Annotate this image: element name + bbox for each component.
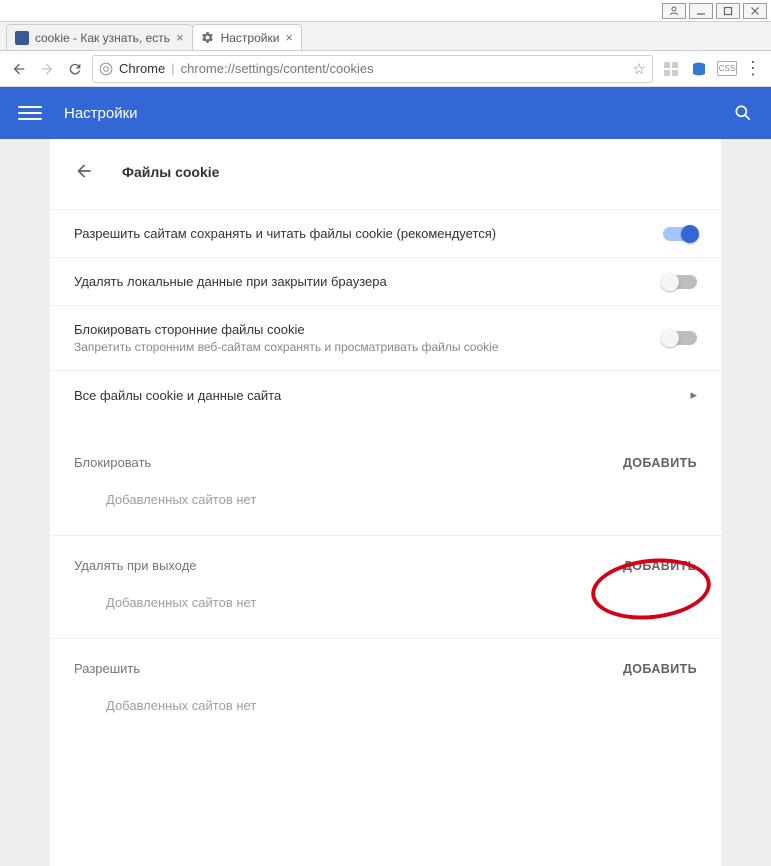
option-label: Удалять локальные данные при закрытии бр…	[74, 274, 663, 289]
option-label: Разрешить сайтам сохранять и читать файл…	[74, 226, 663, 241]
section-title: Блокировать	[74, 455, 623, 470]
chrome-page-icon	[99, 62, 113, 76]
option-clear-on-exit[interactable]: Удалять локальные данные при закрытии бр…	[50, 257, 721, 305]
tab-label: Настройки	[221, 31, 280, 45]
section-clear-on-exit: Удалять при выходе ДОБАВИТЬ	[50, 535, 721, 579]
reload-button[interactable]	[64, 58, 86, 80]
option-label: Блокировать сторонние файлы cookie	[74, 322, 663, 337]
section-empty-text: Добавленных сайтов нет	[50, 579, 721, 638]
option-allow-cookies[interactable]: Разрешить сайтам сохранять и читать файл…	[50, 209, 721, 257]
stackoverflow-icon	[15, 31, 29, 45]
add-button[interactable]: ДОБАВИТЬ	[623, 456, 697, 470]
header-title: Настройки	[64, 105, 733, 122]
search-button[interactable]	[733, 103, 753, 123]
section-allow: Разрешить ДОБАВИТЬ	[50, 638, 721, 682]
forward-button	[36, 58, 58, 80]
tab-label: cookie - Как узнать, есть	[35, 31, 170, 45]
settings-panel: Файлы cookie Разрешить сайтам сохранять …	[50, 139, 721, 866]
window-close-button[interactable]	[743, 3, 767, 19]
option-label: Все файлы cookie и данные сайта	[74, 388, 690, 403]
option-all-cookies[interactable]: Все файлы cookie и данные сайта ▸	[50, 370, 721, 419]
hamburger-menu-button[interactable]	[18, 101, 42, 125]
add-button[interactable]: ДОБАВИТЬ	[623, 559, 697, 573]
section-title: Удалять при выходе	[74, 558, 623, 573]
section-block: Блокировать ДОБАВИТЬ	[50, 433, 721, 476]
toggle-switch[interactable]	[663, 275, 697, 289]
close-icon[interactable]: ×	[285, 30, 293, 45]
window-minimize-button[interactable]	[689, 3, 713, 19]
address-bar: Chrome | chrome://settings/content/cooki…	[0, 51, 771, 87]
page-title: Файлы cookie	[122, 164, 219, 180]
close-icon[interactable]: ×	[176, 30, 184, 45]
window-title-bar	[0, 0, 771, 22]
back-arrow-button[interactable]	[74, 161, 96, 183]
toggle-switch[interactable]	[663, 331, 697, 345]
section-empty-text: Добавленных сайтов нет	[50, 682, 721, 741]
menu-button[interactable]: ⋮	[743, 58, 763, 79]
option-sublabel: Запретить сторонним веб-сайтам сохранять…	[74, 340, 663, 354]
chevron-right-icon: ▸	[690, 387, 697, 403]
extension-icon-1[interactable]	[661, 59, 681, 79]
add-button[interactable]: ДОБАВИТЬ	[623, 662, 697, 676]
omnibox-url: chrome://settings/content/cookies	[181, 61, 633, 76]
tab-other[interactable]: cookie - Как узнать, есть ×	[6, 24, 193, 50]
toggle-switch[interactable]	[663, 227, 697, 241]
page-head: Файлы cookie	[50, 161, 721, 209]
omnibox[interactable]: Chrome | chrome://settings/content/cooki…	[92, 55, 653, 83]
window-user-button[interactable]	[662, 3, 686, 19]
omnibox-label: Chrome	[119, 61, 165, 76]
section-title: Разрешить	[74, 661, 623, 676]
option-block-thirdparty[interactable]: Блокировать сторонние файлы cookie Запре…	[50, 305, 721, 370]
tab-settings[interactable]: Настройки ×	[192, 24, 302, 50]
back-button[interactable]	[8, 58, 30, 80]
settings-header: Настройки	[0, 87, 771, 139]
extension-css-icon[interactable]: CSS	[717, 59, 737, 79]
gear-icon	[201, 31, 215, 45]
extension-icon-2[interactable]	[689, 59, 709, 79]
window-maximize-button[interactable]	[716, 3, 740, 19]
bookmark-star-icon[interactable]: ☆	[633, 60, 646, 78]
content-area: Настройки Файлы cookie Разрешить сайтам …	[0, 87, 771, 866]
section-empty-text: Добавленных сайтов нет	[50, 476, 721, 535]
tabs-row: cookie - Как узнать, есть × Настройки ×	[0, 22, 771, 51]
